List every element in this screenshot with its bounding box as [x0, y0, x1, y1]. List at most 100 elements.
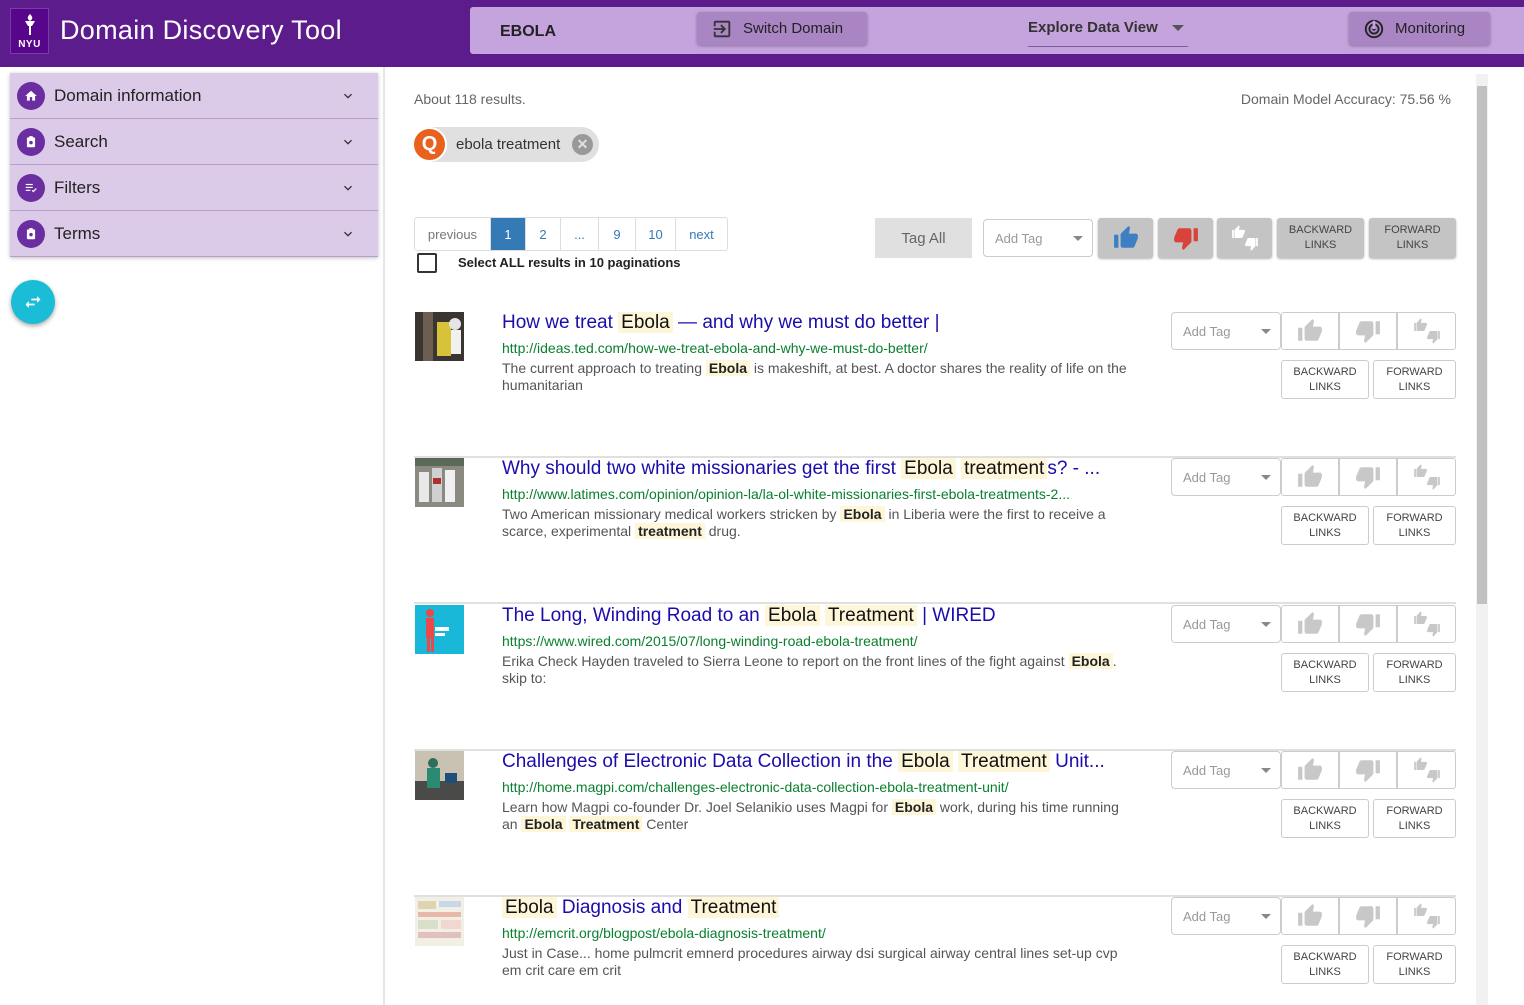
home-icon — [17, 81, 45, 110]
tag-all-button[interactable]: Tag All — [875, 218, 972, 258]
swap-fab-button[interactable] — [11, 280, 55, 324]
result-url[interactable]: http://home.magpi.com/challenges-electro… — [502, 779, 1134, 795]
thumb-up-icon — [1298, 758, 1322, 780]
bulk-backward-links-button[interactable]: BACKWARD LINKS — [1277, 218, 1364, 258]
add-tag-select[interactable]: Add Tag — [1171, 605, 1281, 643]
thumb-down-icon — [1356, 467, 1380, 489]
add-tag-select[interactable]: Add Tag — [1171, 751, 1281, 789]
sidebar-item-filters[interactable]: Filters — [10, 165, 378, 211]
bulk-thumb-down-button[interactable] — [1158, 218, 1213, 258]
results-scrollbar[interactable] — [1476, 74, 1488, 1005]
backward-links-button[interactable]: BACKWARD LINKS — [1281, 799, 1369, 838]
pagination-page[interactable]: 1 — [491, 218, 526, 250]
result-snippet: Erika Check Hayden traveled to Sierra Le… — [502, 653, 1117, 686]
result-thumbnail[interactable] — [415, 897, 464, 946]
result-url[interactable]: https://www.wired.com/2015/07/long-windi… — [502, 633, 1134, 649]
backward-links-button[interactable]: BACKWARD LINKS — [1281, 506, 1369, 545]
thumb-down-button[interactable] — [1339, 751, 1397, 789]
pagination-next[interactable]: next — [676, 218, 727, 250]
thumb-down-icon — [1356, 614, 1380, 636]
sidebar-item-terms[interactable]: Terms — [10, 211, 378, 257]
result-item: Ebola Diagnosis and Treatment http://emc… — [414, 897, 1456, 1005]
view-select-label: Explore Data View — [1028, 19, 1158, 36]
pagination-page[interactable]: 10 — [636, 218, 676, 250]
sidebar-item-domain-information[interactable]: Domain information — [10, 73, 378, 119]
result-url[interactable]: http://ideas.ted.com/how-we-treat-ebola-… — [502, 340, 1134, 356]
forward-links-button[interactable]: FORWARD LINKS — [1373, 360, 1456, 399]
caret-down-icon — [1252, 752, 1280, 788]
thumbs-up-down-icon — [1413, 757, 1440, 783]
add-tag-select[interactable]: Add Tag — [1171, 897, 1281, 935]
bulk-add-tag-select[interactable]: Add Tag — [983, 219, 1093, 257]
terms-badge-icon — [17, 219, 45, 248]
add-tag-select[interactable]: Add Tag — [1171, 312, 1281, 350]
thumb-up-button[interactable] — [1281, 312, 1339, 350]
result-thumbnail[interactable] — [415, 751, 464, 800]
add-tag-select[interactable]: Add Tag — [1171, 458, 1281, 496]
sidebar-divider — [383, 67, 385, 1005]
thumb-down-button[interactable] — [1339, 897, 1397, 935]
backward-links-button[interactable]: BACKWARD LINKS — [1281, 653, 1369, 692]
thumb-up-icon — [1298, 612, 1322, 634]
thumb-up-button[interactable] — [1281, 897, 1339, 935]
neutral-button[interactable] — [1397, 751, 1456, 789]
thumb-up-button[interactable] — [1281, 751, 1339, 789]
pagination-page[interactable]: ... — [561, 218, 599, 250]
thumbs-up-down-icon — [1231, 225, 1258, 251]
backward-links-button[interactable]: BACKWARD LINKS — [1281, 945, 1369, 984]
result-title-link[interactable]: Why should two white missionaries get th… — [502, 458, 1134, 480]
result-title-link[interactable]: How we treat Ebola — and why we must do … — [502, 312, 1134, 334]
forward-links-button[interactable]: FORWARD LINKS — [1373, 506, 1456, 545]
switch-domain-button[interactable]: Switch Domain — [697, 12, 867, 45]
result-title-link[interactable]: Ebola Diagnosis and Treatment — [502, 897, 1134, 919]
monitoring-button[interactable]: Monitoring — [1349, 12, 1490, 45]
result-url[interactable]: http://emcrit.org/blogpost/ebola-diagnos… — [502, 925, 1134, 941]
result-title-link[interactable]: The Long, Winding Road to an Ebola Treat… — [502, 605, 1134, 627]
select-all-checkbox[interactable] — [417, 253, 437, 273]
neutral-button[interactable] — [1397, 312, 1456, 350]
view-select[interactable]: Explore Data View — [1028, 19, 1188, 47]
thumb-down-button[interactable] — [1339, 458, 1397, 496]
thumb-down-icon — [1173, 228, 1198, 250]
result-item: Why should two white missionaries get th… — [414, 458, 1456, 604]
forward-links-button[interactable]: FORWARD LINKS — [1373, 945, 1456, 984]
scrollbar-thumb[interactable] — [1477, 86, 1487, 604]
result-title-link[interactable]: Challenges of Electronic Data Collection… — [502, 751, 1134, 773]
result-thumbnail[interactable] — [415, 605, 464, 654]
chevron-down-icon — [344, 139, 352, 145]
query-chip[interactable]: Q ebola treatment ✕ — [412, 127, 599, 162]
header-panel: EBOLA Switch Domain Explore Data View Mo… — [470, 7, 1524, 54]
forward-links-button[interactable]: FORWARD LINKS — [1373, 799, 1456, 838]
backward-links-button[interactable]: BACKWARD LINKS — [1281, 360, 1369, 399]
neutral-button[interactable] — [1397, 897, 1456, 935]
sidebar-item-search[interactable]: Search — [10, 119, 378, 165]
forward-links-button[interactable]: FORWARD LINKS — [1373, 653, 1456, 692]
thumb-up-button[interactable] — [1281, 458, 1339, 496]
bulk-forward-links-button[interactable]: FORWARD LINKS — [1369, 218, 1456, 258]
top-bar: NYU Domain Discovery Tool EBOLA Switch D… — [0, 0, 1524, 67]
sidebar-item-label: Domain information — [54, 85, 202, 105]
bulk-neutral-button[interactable] — [1217, 218, 1272, 258]
result-thumbnail[interactable] — [415, 312, 464, 361]
neutral-button[interactable] — [1397, 605, 1456, 643]
thumb-up-icon — [1298, 904, 1322, 926]
close-icon[interactable]: ✕ — [572, 134, 593, 155]
thumb-up-icon — [1298, 465, 1322, 487]
thumb-down-button[interactable] — [1339, 605, 1397, 643]
neutral-button[interactable] — [1397, 458, 1456, 496]
result-thumbnail[interactable] — [415, 458, 464, 507]
nyu-logo[interactable]: NYU — [10, 8, 49, 54]
thumb-down-button[interactable] — [1339, 312, 1397, 350]
sidebar: Domain information Search Filters Terms — [10, 73, 378, 257]
chevron-down-icon — [344, 231, 352, 237]
pagination-page[interactable]: 2 — [526, 218, 561, 250]
pagination-previous[interactable]: previous — [415, 218, 491, 250]
thumb-up-button[interactable] — [1281, 605, 1339, 643]
torch-icon — [24, 13, 35, 35]
pagination-page[interactable]: 9 — [599, 218, 636, 250]
result-snippet: The current approach to treating Ebola i… — [502, 360, 1127, 393]
thumbs-up-down-icon — [1413, 903, 1440, 929]
result-url[interactable]: http://www.latimes.com/opinion/opinion-l… — [502, 486, 1134, 502]
thumb-down-icon — [1356, 906, 1380, 928]
bulk-thumb-up-button[interactable] — [1098, 218, 1153, 258]
